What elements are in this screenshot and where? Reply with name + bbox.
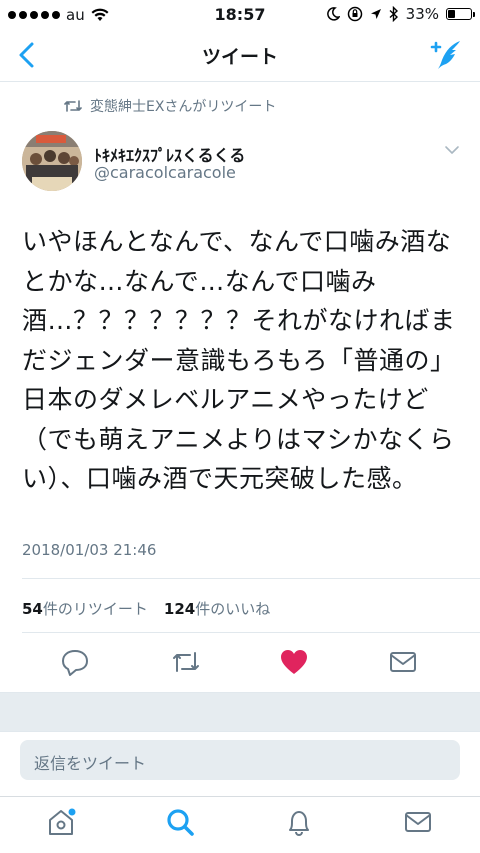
tweet-actions (0, 647, 480, 681)
moon-icon (326, 7, 340, 21)
retweets-count: 54 (22, 600, 43, 618)
retweet-icon[interactable] (171, 647, 201, 677)
search-icon[interactable] (165, 807, 195, 837)
reply-icon[interactable] (60, 647, 90, 677)
battery-icon (446, 8, 475, 20)
tweet-text: いやほんとなんで、なんで口噛み酒なとかな…なんで…なんで口噛み酒…？？？？？？？… (22, 227, 456, 493)
section-separator (0, 692, 480, 732)
navigation-bar: ツイート (0, 30, 480, 82)
location-icon (370, 9, 381, 19)
divider (22, 632, 480, 633)
avatar-photo (22, 131, 82, 191)
avatar[interactable] (22, 131, 82, 191)
author-handle[interactable]: @caracolcaracole (94, 163, 236, 182)
reply-input[interactable]: 返信をツイート (20, 740, 460, 780)
compose-tweet-icon[interactable] (430, 38, 464, 72)
bluetooth-icon (389, 6, 398, 22)
messages-icon[interactable] (403, 807, 433, 837)
retweet-small-icon (64, 100, 82, 112)
notifications-icon[interactable] (284, 807, 314, 837)
like-icon[interactable] (279, 647, 309, 677)
divider (22, 578, 480, 579)
tweet-stats: 54件のリツイート 124件のいいね (22, 598, 270, 619)
retweets-label: 件のリツイート (42, 600, 148, 618)
retweets-stat[interactable]: 54件のリツイート (22, 598, 148, 619)
retweeted-by[interactable]: 変態紳士EXさんがリツイート (64, 96, 276, 116)
battery-percent: 33% (405, 5, 439, 23)
reply-placeholder: 返信をツイート (34, 754, 147, 773)
page-title: ツイート (201, 46, 278, 68)
battery-fill (448, 10, 456, 18)
likes-stat[interactable]: 124件のいいね (164, 598, 270, 619)
rotation-lock-icon (347, 6, 362, 22)
home-icon[interactable] (46, 807, 76, 837)
status-icons: 33% (326, 5, 475, 23)
likes-label: 件のいいね (195, 600, 271, 618)
chevron-down-icon[interactable] (444, 144, 460, 156)
retweeted-by-label: 変態紳士EXさんがリツイート (90, 99, 277, 115)
direct-message-icon[interactable] (388, 647, 418, 677)
tweet-timestamp: 2018/01/03 21:46 (22, 541, 157, 559)
tab-bar (0, 796, 480, 853)
status-bar: au 18:57 33% (0, 0, 480, 30)
likes-count: 124 (163, 600, 196, 618)
